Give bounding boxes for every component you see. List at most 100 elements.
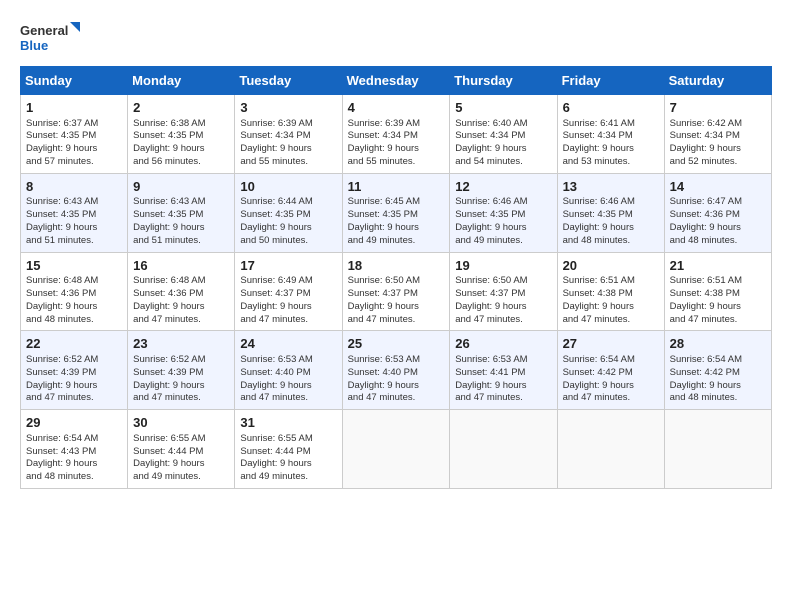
day-info-line: Sunrise: 6:51 AM xyxy=(670,275,766,288)
day-number: 3 xyxy=(240,99,336,117)
day-info-line: Sunset: 4:36 PM xyxy=(670,209,766,222)
day-info-line: and 47 minutes. xyxy=(133,392,229,405)
day-info-line: Sunset: 4:37 PM xyxy=(455,288,551,301)
day-info-line: and 50 minutes. xyxy=(240,235,336,248)
day-info-line: Daylight: 9 hours xyxy=(26,380,122,393)
day-info-line: and 48 minutes. xyxy=(26,314,122,327)
calendar-day-cell: 28Sunrise: 6:54 AMSunset: 4:42 PMDayligh… xyxy=(664,331,771,410)
day-info-line: and 51 minutes. xyxy=(133,235,229,248)
day-info-line: Daylight: 9 hours xyxy=(133,222,229,235)
day-info-line: Daylight: 9 hours xyxy=(240,143,336,156)
day-info-line: Sunrise: 6:48 AM xyxy=(26,275,122,288)
calendar-day-cell: 21Sunrise: 6:51 AMSunset: 4:38 PMDayligh… xyxy=(664,252,771,331)
logo-svg: General Blue xyxy=(20,20,80,56)
calendar-day-cell: 29Sunrise: 6:54 AMSunset: 4:43 PMDayligh… xyxy=(21,410,128,489)
day-number: 6 xyxy=(563,99,659,117)
day-info-line: Sunset: 4:38 PM xyxy=(670,288,766,301)
day-number: 29 xyxy=(26,414,122,432)
day-info-line: Daylight: 9 hours xyxy=(563,380,659,393)
calendar-day-cell xyxy=(557,410,664,489)
day-number: 20 xyxy=(563,257,659,275)
weekday-header-thursday: Thursday xyxy=(450,67,557,95)
calendar-day-cell: 4Sunrise: 6:39 AMSunset: 4:34 PMDaylight… xyxy=(342,95,450,174)
day-info-line: Sunset: 4:44 PM xyxy=(133,446,229,459)
day-info-line: Sunrise: 6:50 AM xyxy=(455,275,551,288)
calendar-day-cell xyxy=(664,410,771,489)
day-info-line: Daylight: 9 hours xyxy=(240,380,336,393)
day-info-line: Sunrise: 6:43 AM xyxy=(133,196,229,209)
day-info-line: Sunset: 4:44 PM xyxy=(240,446,336,459)
day-info-line: Sunset: 4:40 PM xyxy=(348,367,445,380)
day-info-line: Sunrise: 6:52 AM xyxy=(133,354,229,367)
day-number: 30 xyxy=(133,414,229,432)
day-info-line: Daylight: 9 hours xyxy=(563,222,659,235)
day-number: 10 xyxy=(240,178,336,196)
day-info-line: Daylight: 9 hours xyxy=(240,222,336,235)
calendar-day-cell: 26Sunrise: 6:53 AMSunset: 4:41 PMDayligh… xyxy=(450,331,557,410)
day-info-line: Sunrise: 6:52 AM xyxy=(26,354,122,367)
day-info-line: Sunrise: 6:55 AM xyxy=(240,433,336,446)
day-info-line: Sunrise: 6:53 AM xyxy=(348,354,445,367)
calendar-day-cell: 16Sunrise: 6:48 AMSunset: 4:36 PMDayligh… xyxy=(128,252,235,331)
day-info-line: Sunrise: 6:53 AM xyxy=(240,354,336,367)
day-info-line: and 49 minutes. xyxy=(240,471,336,484)
day-info-line: and 51 minutes. xyxy=(26,235,122,248)
day-info-line: Daylight: 9 hours xyxy=(26,222,122,235)
day-info-line: Daylight: 9 hours xyxy=(133,143,229,156)
day-info-line: Sunrise: 6:51 AM xyxy=(563,275,659,288)
day-number: 28 xyxy=(670,335,766,353)
day-info-line: Sunset: 4:37 PM xyxy=(240,288,336,301)
day-number: 21 xyxy=(670,257,766,275)
calendar-day-cell: 31Sunrise: 6:55 AMSunset: 4:44 PMDayligh… xyxy=(235,410,342,489)
day-info-line: and 54 minutes. xyxy=(455,156,551,169)
day-info-line: and 48 minutes. xyxy=(670,235,766,248)
day-info-line: Sunrise: 6:43 AM xyxy=(26,196,122,209)
day-info-line: Daylight: 9 hours xyxy=(455,222,551,235)
day-info-line: Daylight: 9 hours xyxy=(133,458,229,471)
page-header: General Blue xyxy=(20,20,772,56)
day-number: 9 xyxy=(133,178,229,196)
day-info-line: Daylight: 9 hours xyxy=(455,380,551,393)
logo: General Blue xyxy=(20,20,80,56)
weekday-header-tuesday: Tuesday xyxy=(235,67,342,95)
day-info-line: Daylight: 9 hours xyxy=(670,301,766,314)
day-number: 17 xyxy=(240,257,336,275)
day-info-line: Sunrise: 6:42 AM xyxy=(670,118,766,131)
calendar-day-cell: 11Sunrise: 6:45 AMSunset: 4:35 PMDayligh… xyxy=(342,173,450,252)
day-info-line: Daylight: 9 hours xyxy=(563,301,659,314)
day-info-line: and 57 minutes. xyxy=(26,156,122,169)
day-info-line: Sunset: 4:34 PM xyxy=(563,130,659,143)
day-info-line: and 47 minutes. xyxy=(563,314,659,327)
svg-text:General: General xyxy=(20,23,68,38)
day-number: 11 xyxy=(348,178,445,196)
weekday-header-wednesday: Wednesday xyxy=(342,67,450,95)
day-info-line: Daylight: 9 hours xyxy=(670,380,766,393)
day-info-line: Sunrise: 6:54 AM xyxy=(26,433,122,446)
day-number: 25 xyxy=(348,335,445,353)
day-info-line: Sunrise: 6:46 AM xyxy=(455,196,551,209)
weekday-header-monday: Monday xyxy=(128,67,235,95)
day-info-line: Sunset: 4:35 PM xyxy=(26,209,122,222)
day-info-line: Sunset: 4:34 PM xyxy=(670,130,766,143)
day-info-line: Sunrise: 6:39 AM xyxy=(348,118,445,131)
day-info-line: Sunrise: 6:55 AM xyxy=(133,433,229,446)
day-number: 13 xyxy=(563,178,659,196)
calendar-week-row: 22Sunrise: 6:52 AMSunset: 4:39 PMDayligh… xyxy=(21,331,772,410)
day-info-line: and 49 minutes. xyxy=(133,471,229,484)
day-info-line: and 47 minutes. xyxy=(240,314,336,327)
day-info-line: and 55 minutes. xyxy=(240,156,336,169)
day-info-line: Sunset: 4:35 PM xyxy=(133,130,229,143)
day-info-line: Sunrise: 6:47 AM xyxy=(670,196,766,209)
calendar-week-row: 15Sunrise: 6:48 AMSunset: 4:36 PMDayligh… xyxy=(21,252,772,331)
day-info-line: Daylight: 9 hours xyxy=(348,143,445,156)
day-info-line: Sunset: 4:36 PM xyxy=(26,288,122,301)
weekday-header-sunday: Sunday xyxy=(21,67,128,95)
day-number: 4 xyxy=(348,99,445,117)
day-info-line: Sunrise: 6:38 AM xyxy=(133,118,229,131)
weekday-header-friday: Friday xyxy=(557,67,664,95)
day-info-line: and 56 minutes. xyxy=(133,156,229,169)
day-info-line: and 55 minutes. xyxy=(348,156,445,169)
calendar-day-cell: 27Sunrise: 6:54 AMSunset: 4:42 PMDayligh… xyxy=(557,331,664,410)
calendar-day-cell: 22Sunrise: 6:52 AMSunset: 4:39 PMDayligh… xyxy=(21,331,128,410)
calendar-day-cell: 3Sunrise: 6:39 AMSunset: 4:34 PMDaylight… xyxy=(235,95,342,174)
